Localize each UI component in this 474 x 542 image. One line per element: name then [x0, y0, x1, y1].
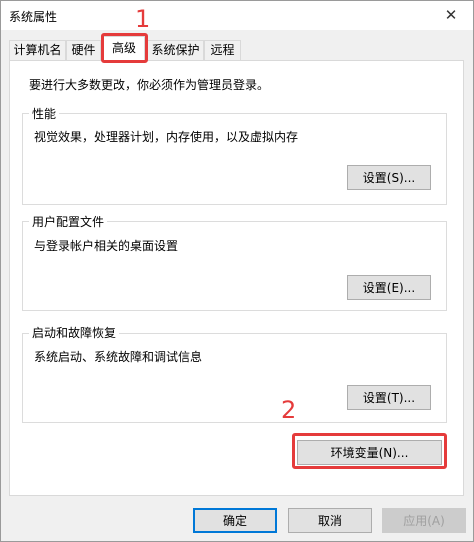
- tab-system-protection[interactable]: 系统保护: [147, 40, 204, 60]
- tab-label: 系统保护: [151, 43, 200, 57]
- performance-description: 视觉效果，处理器计划，内存使用，以及虚拟内存: [34, 130, 299, 144]
- annotation-box-env-button: [292, 433, 447, 469]
- tab-hardware[interactable]: 硬件: [66, 40, 101, 60]
- close-icon: ✕: [444, 6, 458, 24]
- ok-button[interactable]: 确定: [193, 508, 277, 533]
- window-title: 系统属性: [9, 10, 58, 24]
- startup-recovery-description: 系统启动、系统故障和调试信息: [34, 350, 203, 364]
- annotation-box-advanced-tab: [101, 33, 148, 63]
- close-button[interactable]: ✕: [428, 0, 474, 30]
- tab-computer-name[interactable]: 计算机名: [9, 40, 66, 60]
- title-bar: 系统属性 ✕: [0, 0, 474, 30]
- performance-group-label: 性能: [29, 105, 60, 122]
- performance-group: [22, 113, 447, 205]
- user-profiles-description: 与登录帐户相关的桌面设置: [34, 239, 179, 253]
- tab-remote[interactable]: 远程: [204, 40, 241, 60]
- tab-label: 远程: [210, 43, 235, 57]
- startup-recovery-settings-button[interactable]: 设置(T)...: [347, 385, 431, 410]
- tab-label: 硬件: [71, 43, 96, 57]
- apply-button[interactable]: 应用(A): [382, 508, 466, 533]
- user-profiles-settings-button[interactable]: 设置(E)...: [347, 275, 431, 300]
- tab-label: 计算机名: [13, 43, 62, 57]
- performance-settings-button[interactable]: 设置(S)...: [347, 165, 431, 190]
- annotation-step-2: 2: [281, 396, 297, 424]
- startup-recovery-group-label: 启动和故障恢复: [29, 324, 120, 341]
- cancel-button[interactable]: 取消: [288, 508, 372, 533]
- annotation-step-1: 1: [135, 5, 151, 33]
- user-profiles-group-label: 用户配置文件: [29, 213, 108, 230]
- admin-notice: 要进行大多数更改，你必须作为管理员登录。: [29, 78, 270, 92]
